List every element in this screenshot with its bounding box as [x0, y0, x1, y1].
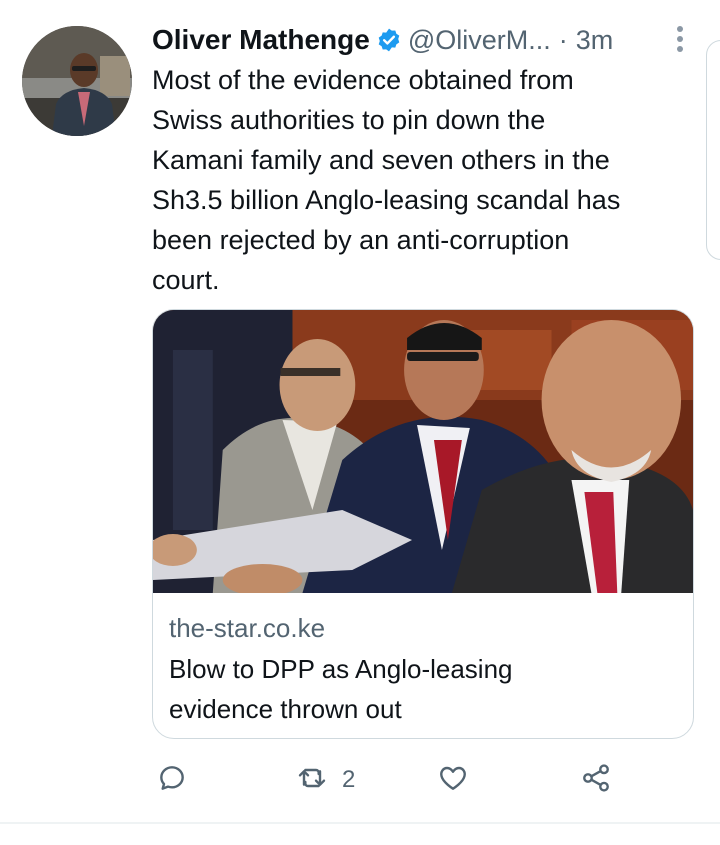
retweet-count: 2 — [342, 766, 356, 793]
adjacent-card-edge — [706, 40, 720, 260]
author-handle[interactable]: @OliverM... — [408, 25, 551, 56]
card-domain: the-star.co.ke — [169, 613, 326, 643]
verified-badge-icon — [376, 27, 402, 53]
share-button[interactable] — [580, 760, 612, 800]
tweet-header: Oliver Mathenge @OliverM... · 3m — [152, 20, 692, 60]
tweet-time[interactable]: 3m — [576, 25, 614, 56]
link-card[interactable]: the-star.co.ke Blow to DPP as Anglo-leas… — [152, 309, 694, 739]
tweet-actions: 2 — [152, 760, 622, 800]
like-button[interactable] — [437, 760, 469, 800]
card-title: Blow to DPP as Anglo-leasing evidence th… — [169, 654, 513, 724]
share-icon — [580, 762, 612, 799]
card-image — [153, 310, 693, 593]
author-name[interactable]: Oliver Mathenge — [152, 24, 370, 56]
retweet-button[interactable]: 2 — [296, 760, 355, 800]
separator-dot: · — [558, 24, 568, 55]
heart-icon — [437, 762, 469, 799]
reply-button[interactable] — [156, 760, 188, 800]
more-vertical-icon[interactable] — [668, 22, 692, 56]
tweet-text: Most of the evidence obtained from Swiss… — [152, 65, 621, 295]
tweet-screen: { "tweet": { "author_name": "Oliver Math… — [0, 0, 720, 845]
tweet-divider — [0, 822, 720, 824]
avatar-photo — [22, 26, 132, 136]
author-avatar[interactable] — [22, 26, 132, 136]
retweet-icon — [296, 762, 328, 799]
reply-icon — [156, 762, 188, 799]
